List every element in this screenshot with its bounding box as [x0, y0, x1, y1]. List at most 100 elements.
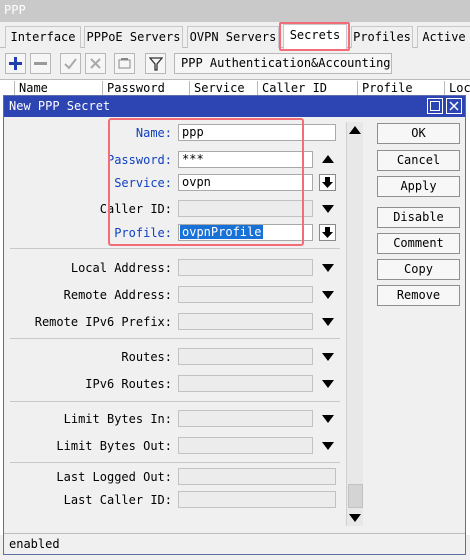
disable-x-icon — [90, 58, 101, 69]
triangle-down-icon — [322, 291, 334, 299]
remote-ipv6-prefix-input[interactable] — [178, 313, 313, 330]
routes-label: Routes: — [121, 350, 172, 364]
status-text: enabled — [9, 537, 60, 551]
divider — [10, 462, 340, 463]
tab-secrets[interactable]: Secrets — [283, 24, 347, 49]
divider — [10, 338, 340, 339]
remove-button[interactable] — [30, 53, 51, 74]
tab-ovpn-servers[interactable]: OVPN Servers — [187, 26, 279, 48]
form-scrollbar[interactable] — [346, 122, 363, 526]
triangle-down-icon — [322, 380, 334, 388]
last-caller-id-label: Last Caller ID: — [63, 493, 172, 507]
triangle-down-icon — [322, 415, 334, 423]
triangle-down-icon — [322, 318, 334, 326]
ipv6-routes-input[interactable] — [178, 375, 313, 392]
last-logged-out-label: Last Logged Out: — [56, 470, 172, 484]
column-caller-id[interactable]: Caller ID — [257, 81, 327, 95]
dialog-title: New PPP Secret — [9, 99, 111, 113]
column-service[interactable]: Service — [189, 81, 245, 95]
ipv6-routes-dropdown[interactable] — [321, 377, 335, 391]
divider — [10, 401, 340, 402]
tab-pppoe-servers[interactable]: PPPoE Servers — [84, 26, 183, 48]
scroll-down-button[interactable] — [349, 512, 361, 526]
remove-icon — [34, 62, 47, 65]
caller-id-label: Caller ID: — [99, 202, 172, 216]
profile-label: Profile: — [114, 226, 172, 240]
last-caller-id-value — [178, 491, 336, 508]
add-button[interactable] — [5, 53, 26, 74]
ok-button[interactable]: OK — [377, 123, 460, 144]
maximize-button[interactable] — [427, 98, 443, 114]
profile-value: ovpnProfile — [180, 225, 264, 239]
profile-dropdown-button[interactable] — [319, 224, 336, 241]
cancel-button[interactable]: Cancel — [377, 150, 460, 171]
ppp-auth-accounting-button[interactable]: PPP Authentication&Accounting — [174, 53, 392, 74]
limit-bytes-out-label: Limit Bytes Out: — [56, 439, 172, 453]
comment-button[interactable] — [114, 53, 135, 74]
comment-icon — [118, 58, 131, 69]
scroll-down-icon — [349, 514, 361, 522]
filter-icon — [148, 56, 163, 71]
profile-select[interactable]: ovpnProfile — [178, 224, 313, 241]
password-toggle[interactable] — [321, 152, 335, 166]
tab-active[interactable]: Active — [417, 26, 470, 48]
enable-button[interactable] — [60, 53, 81, 74]
column-password[interactable]: Password — [102, 81, 165, 95]
last-logged-out-value — [178, 468, 336, 485]
dropdown-arrow-icon — [322, 177, 333, 188]
maximize-icon — [430, 101, 440, 111]
toolbar: PPP Authentication&Accounting — [0, 51, 470, 77]
routes-input[interactable] — [178, 348, 313, 365]
local-address-dropdown[interactable] — [321, 261, 335, 275]
password-label: Password: — [106, 153, 172, 167]
close-button[interactable] — [446, 98, 462, 114]
dialog-status-bar: enabled — [4, 533, 465, 554]
enable-check-icon — [64, 58, 77, 70]
remote-address-dropdown[interactable] — [321, 288, 335, 302]
caller-id-input[interactable] — [178, 200, 313, 217]
copy-button[interactable]: Copy — [377, 259, 460, 280]
triangle-down-icon — [322, 442, 334, 450]
limit-bytes-in-input[interactable] — [178, 410, 313, 427]
filter-button[interactable] — [145, 53, 166, 74]
routes-dropdown[interactable] — [321, 350, 335, 364]
comment-button[interactable]: Comment — [377, 233, 460, 254]
apply-button[interactable]: Apply — [377, 176, 460, 197]
dialog-title-bar: New PPP Secret — [4, 96, 465, 117]
column-name[interactable]: Name — [14, 81, 48, 95]
new-ppp-secret-dialog: New PPP Secret Name: ppp Password: *** S… — [3, 95, 466, 555]
tab-interface[interactable]: Interface — [5, 26, 81, 48]
service-select[interactable]: ovpn — [178, 174, 313, 191]
triangle-down-icon — [322, 353, 334, 361]
remove-button[interactable]: Remove — [377, 285, 460, 306]
limit-bytes-out-dropdown[interactable] — [321, 439, 335, 453]
triangle-down-icon — [322, 264, 334, 272]
service-dropdown-button[interactable] — [319, 174, 336, 191]
close-icon — [449, 101, 459, 111]
name-input[interactable]: ppp — [178, 124, 336, 141]
caller-id-dropdown[interactable] — [321, 202, 335, 216]
limit-bytes-out-input[interactable] — [178, 437, 313, 454]
service-label: Service: — [114, 176, 172, 190]
remote-ipv6-prefix-dropdown[interactable] — [321, 315, 335, 329]
local-address-input[interactable] — [178, 259, 313, 276]
tab-bar: Interface PPPoE Servers OVPN Servers Sec… — [0, 22, 470, 49]
disable-button[interactable] — [85, 53, 106, 74]
password-input[interactable]: *** — [178, 151, 313, 168]
disable-button[interactable]: Disable — [377, 207, 460, 228]
list-header: Name Password Service Caller ID Profile … — [0, 79, 470, 95]
limit-bytes-in-dropdown[interactable] — [321, 412, 335, 426]
column-local[interactable]: Loc — [444, 81, 470, 95]
triangle-up-icon — [322, 155, 334, 163]
scroll-up-button[interactable] — [349, 124, 361, 138]
ipv6-routes-label: IPv6 Routes: — [85, 377, 172, 391]
dropdown-arrow-icon — [322, 227, 333, 238]
limit-bytes-in-label: Limit Bytes In: — [63, 412, 172, 426]
triangle-down-icon — [322, 205, 334, 213]
remote-address-input[interactable] — [178, 286, 313, 303]
scroll-thumb[interactable] — [348, 484, 363, 508]
column-profile[interactable]: Profile — [357, 81, 413, 95]
tab-profiles[interactable]: Profiles — [351, 26, 413, 48]
add-icon — [9, 57, 22, 70]
local-address-label: Local Address: — [70, 261, 172, 275]
